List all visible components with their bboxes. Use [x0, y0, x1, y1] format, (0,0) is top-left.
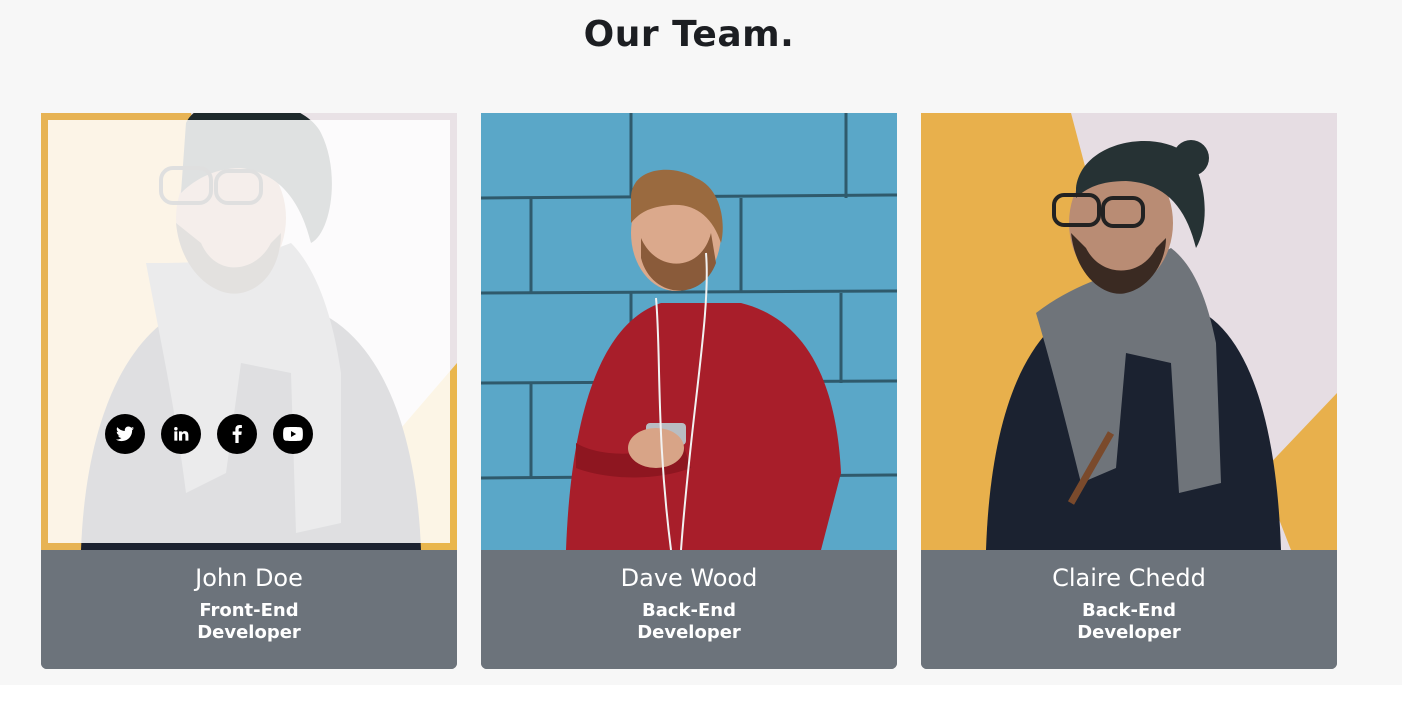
team-member-name: Dave Wood: [620, 564, 758, 592]
youtube-icon[interactable]: [273, 414, 313, 454]
team-card-info: Claire Chedd Back-End Developer: [921, 550, 1337, 669]
role-line-2: Developer: [1077, 622, 1181, 643]
linkedin-icon[interactable]: [161, 414, 201, 454]
role-line-1: Back-End: [1082, 600, 1176, 621]
team-member-photo: [921, 113, 1337, 550]
team-member-role: Front-End Developer: [159, 600, 339, 644]
team-member-role: Back-End Developer: [599, 600, 779, 644]
twitter-icon[interactable]: [105, 414, 145, 454]
role-line-2: Developer: [197, 622, 301, 643]
team-card-info: John Doe Front-End Developer: [41, 550, 457, 669]
team-card-john-doe[interactable]: John Doe Front-End Developer: [41, 113, 457, 669]
facebook-icon[interactable]: [217, 414, 257, 454]
team-member-name: John Doe: [195, 564, 303, 592]
team-card-dave-wood[interactable]: Dave Wood Back-End Developer: [481, 113, 897, 669]
team-card-claire-chedd[interactable]: Claire Chedd Back-End Developer: [921, 113, 1337, 669]
hover-overlay: [48, 120, 450, 543]
role-line-2: Developer: [637, 622, 741, 643]
team-member-name: Claire Chedd: [1052, 564, 1206, 592]
section-title: Our Team.: [583, 14, 795, 55]
team-member-role: Back-End Developer: [1039, 600, 1219, 644]
team-section: Our Team. John Doe Front-End Developer D…: [0, 0, 1402, 685]
team-card-info: Dave Wood Back-End Developer: [481, 550, 897, 669]
social-links: [41, 414, 410, 454]
team-member-photo: [481, 113, 897, 550]
role-line-1: Front-End: [199, 600, 299, 621]
role-line-1: Back-End: [642, 600, 736, 621]
